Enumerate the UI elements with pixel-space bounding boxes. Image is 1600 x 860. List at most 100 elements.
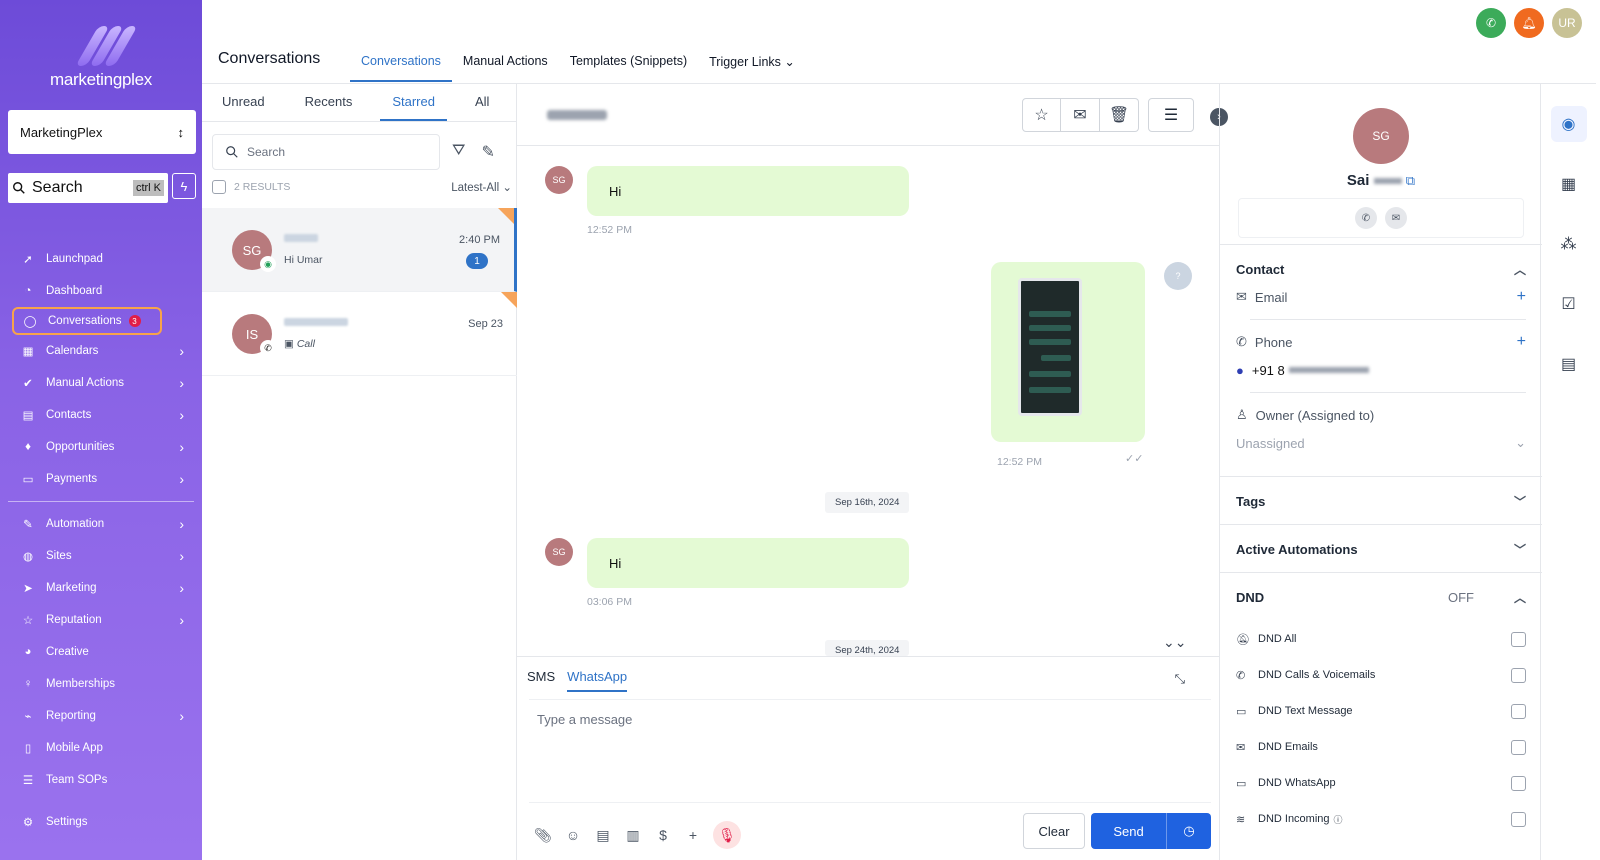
- contacts-icon: ▤: [22, 410, 34, 422]
- owner-select[interactable]: Unassigned ⌄: [1220, 429, 1542, 457]
- phone-field[interactable]: ✆ Phone +: [1220, 328, 1542, 356]
- chat-header: ☆ ✉ 🗑︎ ☰ ›: [517, 84, 1228, 146]
- chevron-down-icon: ⌄: [1515, 435, 1526, 450]
- automations-section[interactable]: Active Automations ﹀: [1220, 524, 1542, 573]
- calendar-icon[interactable]: ▦: [1551, 166, 1587, 202]
- sidebar-item-team-sops[interactable]: ☰ Team SOPs: [0, 764, 202, 796]
- sidebar-item-dashboard[interactable]: ◔ Dashboard: [0, 275, 202, 307]
- list-item[interactable]: SG ◉ Hi Umar 2:40 PM 1: [202, 208, 517, 292]
- sidebar-item-opportunities[interactable]: ♦ Opportunities ›: [0, 431, 202, 463]
- avatar[interactable]: UR: [1552, 8, 1582, 38]
- dollar-icon[interactable]: $: [653, 825, 673, 845]
- chevron-down-icon: ⌄: [784, 55, 795, 69]
- template-icon[interactable]: ▥: [623, 825, 643, 845]
- tab-whatsapp[interactable]: WhatsApp: [567, 669, 628, 692]
- info-icon[interactable]: ⓘ: [1334, 813, 1343, 826]
- phone-icon: ✆: [1236, 334, 1247, 349]
- sidebar-item-sites[interactable]: ◍ Sites ›: [0, 540, 202, 572]
- tab-sms[interactable]: SMS: [527, 669, 555, 692]
- mark-read-button[interactable]: ✉: [1061, 98, 1100, 132]
- quick-action-button[interactable]: ϟ: [172, 173, 196, 199]
- plus-icon[interactable]: +: [683, 825, 703, 845]
- section-header[interactable]: DND OFF ︿: [1220, 573, 1542, 621]
- message-preview: ▣ Call: [284, 338, 315, 350]
- minimize-icon[interactable]: ⤡: [1175, 671, 1185, 687]
- chevron-right-icon: ›: [179, 612, 184, 628]
- field-label: Owner (Assigned to): [1255, 407, 1375, 423]
- emoji-icon[interactable]: ☺: [563, 825, 583, 845]
- sidebar-item-memberships[interactable]: ♀ Memberships: [0, 668, 202, 700]
- message-input[interactable]: [529, 699, 1211, 803]
- sidebar-item-reporting[interactable]: ⌁ Reporting ›: [0, 700, 202, 732]
- star-icon: ☆: [1034, 107, 1049, 124]
- notes-icon[interactable]: ▤: [1551, 346, 1587, 382]
- tab-templates[interactable]: Templates (Snippets): [559, 46, 698, 82]
- tab-conversations[interactable]: Conversations: [350, 46, 452, 82]
- sidebar-item-payments[interactable]: ▭ Payments ›: [0, 463, 202, 495]
- contact-profile-icon[interactable]: ◉: [1550, 106, 1587, 142]
- call-contact-button[interactable]: ✆: [1355, 207, 1377, 229]
- conversation-search[interactable]: Search: [212, 134, 440, 170]
- palette-icon: ◕: [24, 646, 32, 658]
- tags-section[interactable]: Tags ﹀: [1220, 476, 1542, 525]
- attachment-icon[interactable]: 📎︎: [533, 825, 553, 845]
- dnd-incoming-checkbox[interactable]: [1511, 811, 1526, 827]
- schedule-send-button[interactable]: ◷: [1167, 813, 1211, 849]
- sidebar-item-contacts[interactable]: ▤ Contacts ›: [0, 399, 202, 431]
- section-header[interactable]: Active Automations ﹀: [1220, 525, 1542, 573]
- sidebar-item-settings[interactable]: ⚙ Settings: [0, 806, 202, 838]
- compose-icon[interactable]: ✎: [481, 142, 494, 162]
- sidebar-search[interactable]: Search ctrl K: [8, 173, 168, 203]
- tab-unread[interactable]: Unread: [210, 84, 277, 121]
- tab-manual-actions[interactable]: Manual Actions: [452, 46, 559, 82]
- clear-button[interactable]: Clear: [1023, 813, 1085, 849]
- tab-recents[interactable]: Recents: [293, 84, 365, 121]
- tab-trigger-links[interactable]: Trigger Links ⌄: [698, 46, 806, 82]
- add-phone-icon[interactable]: +: [1517, 333, 1526, 351]
- send-button[interactable]: Send: [1091, 813, 1167, 849]
- filter-icon[interactable]: ⛛: [452, 142, 465, 162]
- network-icon[interactable]: ⁂: [1551, 226, 1587, 262]
- email-field[interactable]: ✉ Email +: [1220, 283, 1542, 311]
- field-label: Phone: [1254, 334, 1293, 350]
- list-item[interactable]: IS ✆ ▣ Call Sep 23: [202, 292, 517, 376]
- star-button[interactable]: ☆: [1022, 98, 1061, 132]
- external-link-icon[interactable]: ⧉: [1406, 173, 1415, 188]
- search-shortcut: ctrl K: [132, 180, 164, 196]
- select-all-checkbox[interactable]: [212, 180, 226, 194]
- phone-button[interactable]: ✆: [1476, 8, 1506, 38]
- bell-icon: 🔔︎: [1521, 16, 1537, 30]
- sidebar-item-mobile-app[interactable]: ▯ Mobile App: [0, 732, 202, 764]
- account-switcher[interactable]: MarketingPlex ↕: [8, 110, 196, 154]
- document-icon[interactable]: ▤: [593, 825, 613, 845]
- dnd-calls-checkbox[interactable]: [1511, 667, 1526, 683]
- section-header[interactable]: Tags ﹀: [1220, 477, 1542, 525]
- brand-logo[interactable]: marketingplex: [0, 26, 202, 90]
- dnd-emails-checkbox[interactable]: [1511, 739, 1526, 755]
- sidebar-item-label: Memberships: [46, 678, 116, 690]
- sidebar-item-creative[interactable]: ◕ Creative: [0, 636, 202, 668]
- mobile-icon: ▯: [24, 743, 32, 755]
- sidebar-item-reputation[interactable]: ☆ Reputation ›: [0, 604, 202, 636]
- task-check-icon[interactable]: ☑: [1551, 286, 1587, 322]
- dnd-whatsapp-checkbox[interactable]: [1511, 775, 1526, 791]
- scroll-to-bottom-icon[interactable]: ⌄⌄: [1163, 634, 1186, 651]
- notifications-button[interactable]: 🔔︎: [1514, 8, 1544, 38]
- email-contact-button[interactable]: ✉: [1385, 207, 1407, 229]
- add-email-icon[interactable]: +: [1517, 288, 1526, 306]
- message-filter-button[interactable]: ☰: [1148, 98, 1194, 132]
- screenshot-thumbnail[interactable]: [1018, 278, 1082, 416]
- sidebar-item-automation[interactable]: ✎ Automation ›: [0, 508, 202, 540]
- sidebar-item-manual-actions[interactable]: ✔ Manual Actions ›: [0, 367, 202, 399]
- dnd-text-checkbox[interactable]: [1511, 703, 1526, 719]
- sidebar-item-calendars[interactable]: ▦ Calendars ›: [0, 335, 202, 367]
- sidebar-item-launchpad[interactable]: ➚ Launchpad: [0, 243, 202, 275]
- sidebar-item-marketing[interactable]: ➤ Marketing ›: [0, 572, 202, 604]
- delete-button[interactable]: 🗑︎: [1100, 98, 1139, 132]
- sidebar-item-conversations[interactable]: ◯ Conversations 3: [12, 307, 162, 335]
- tab-starred[interactable]: Starred: [380, 84, 447, 121]
- tab-all[interactable]: All: [463, 84, 501, 121]
- dnd-all-checkbox[interactable]: [1511, 631, 1526, 647]
- microphone-icon[interactable]: 🎙︎: [713, 821, 741, 849]
- sort-select[interactable]: Latest-All ⌄: [451, 180, 512, 194]
